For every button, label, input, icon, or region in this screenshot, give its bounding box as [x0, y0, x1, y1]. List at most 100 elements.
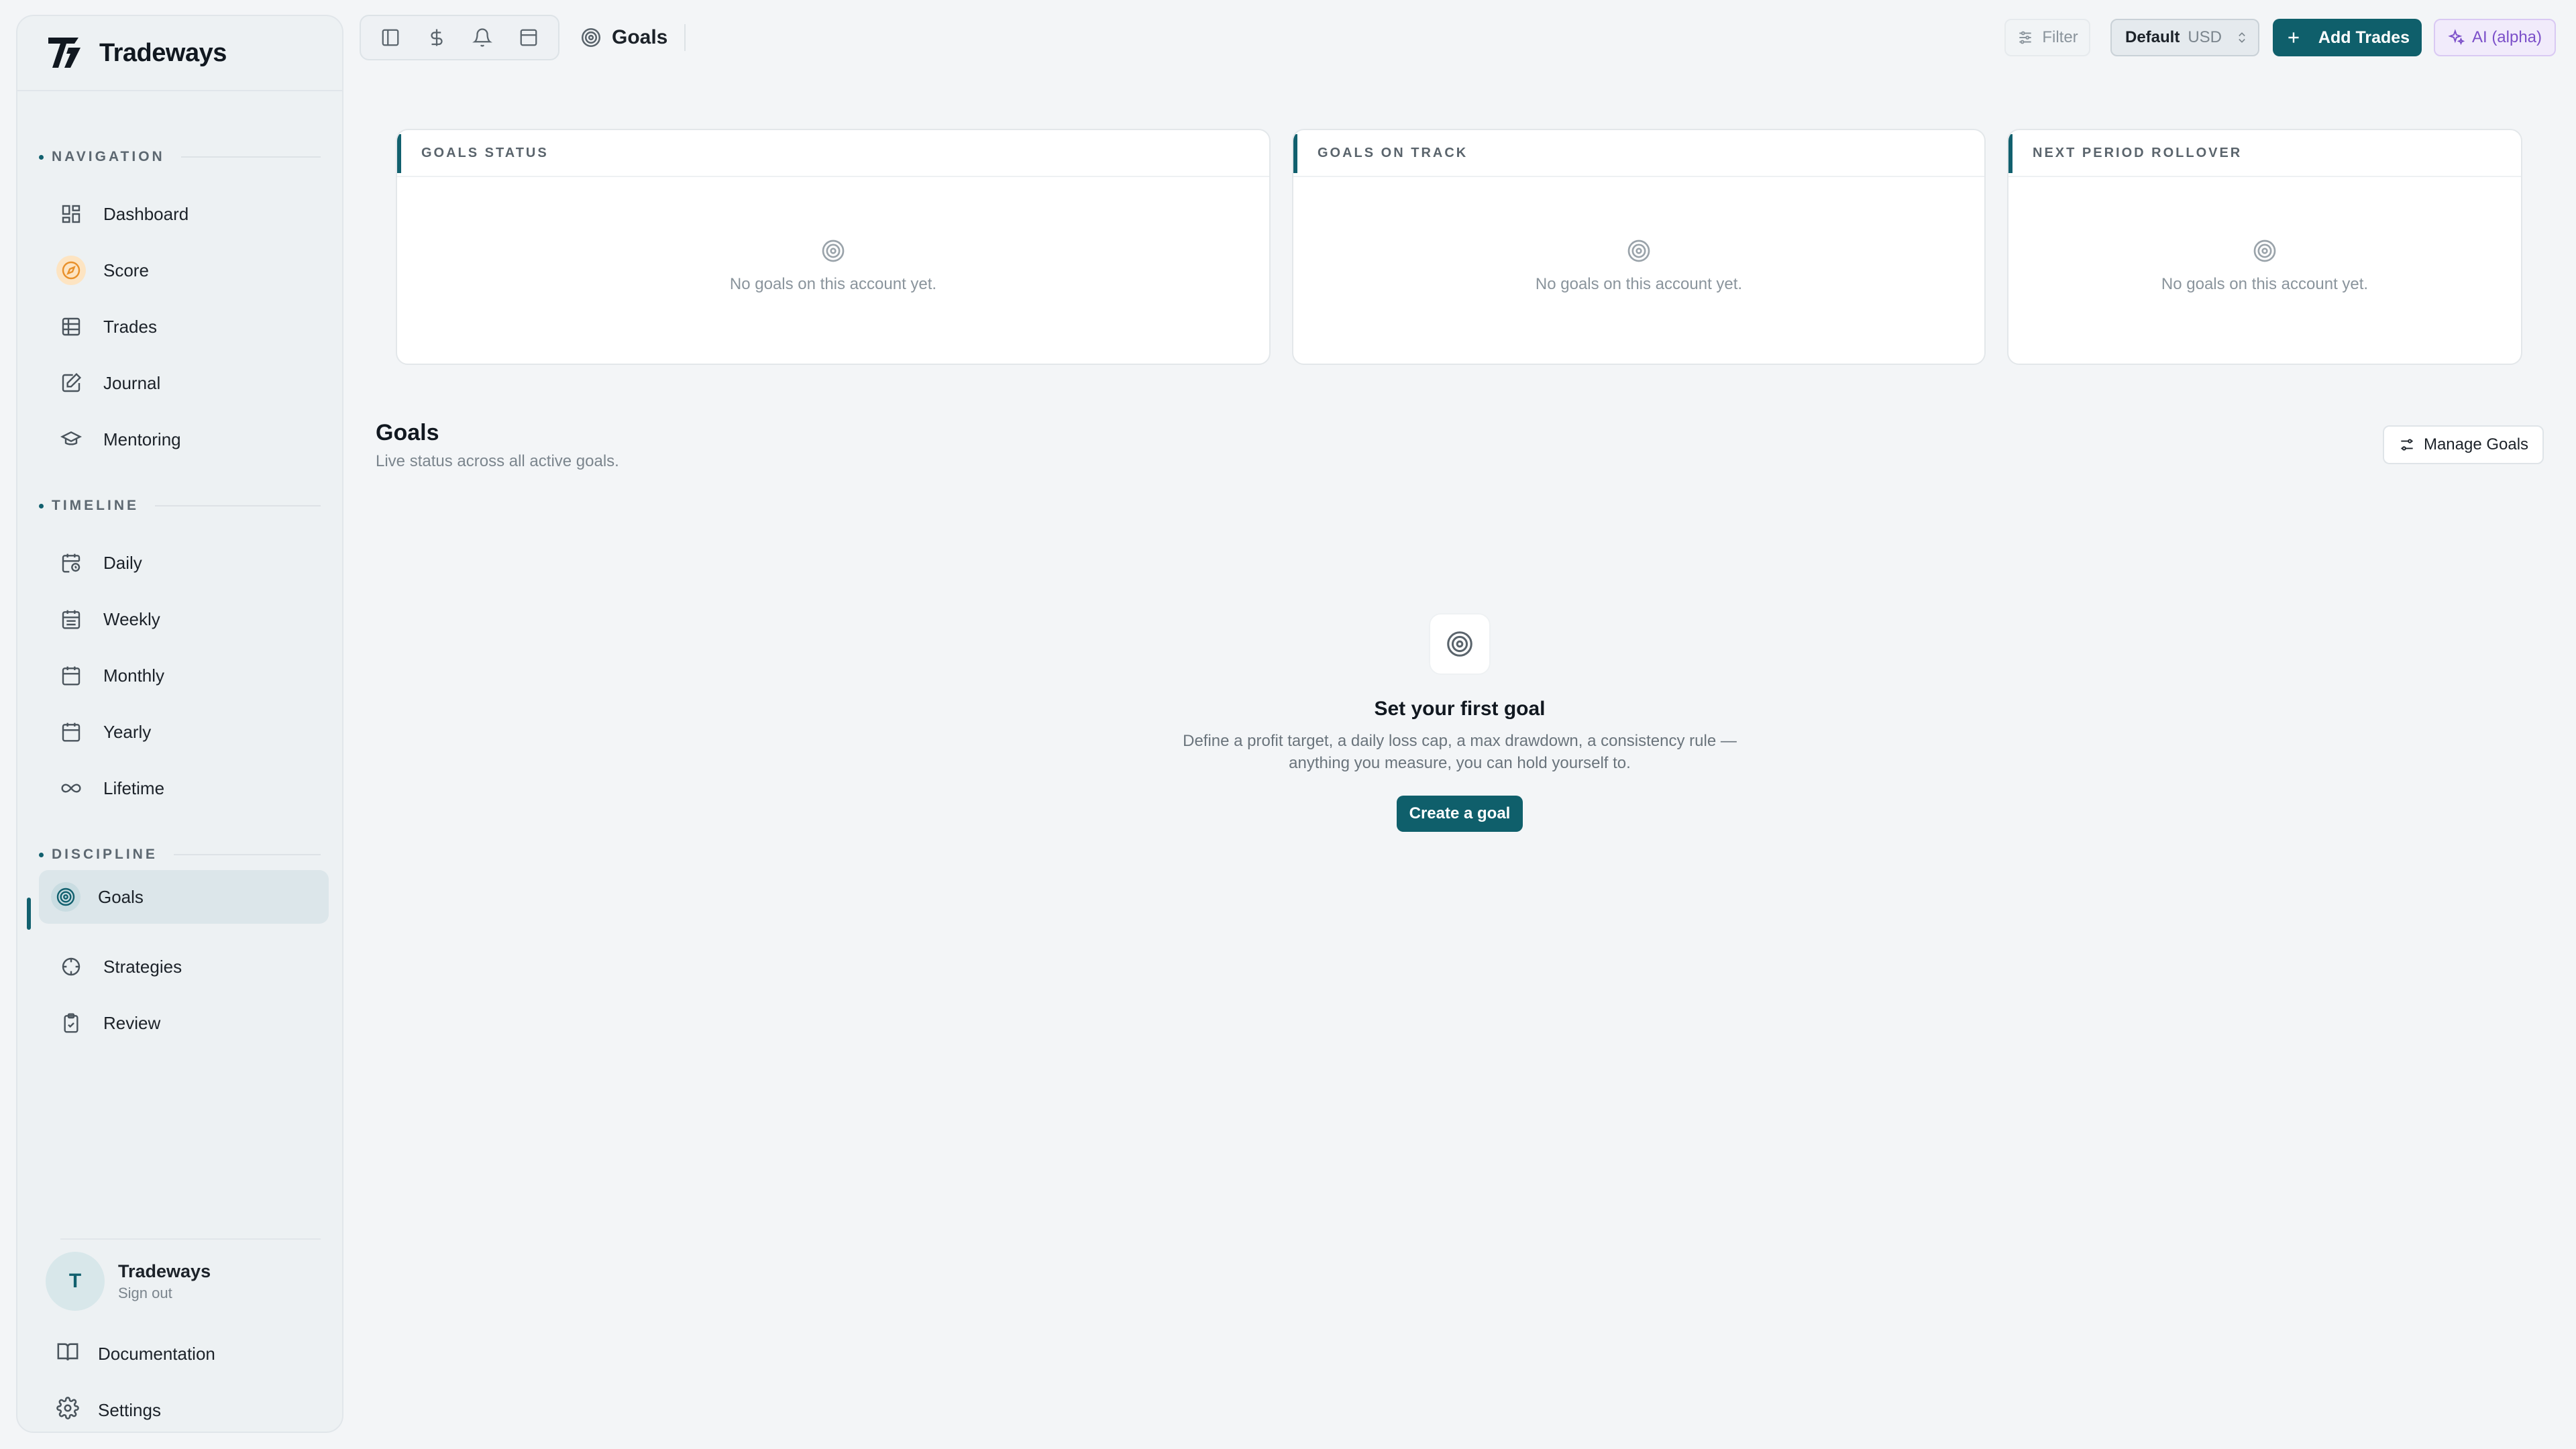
- ai-label: AI (alpha): [2471, 28, 2542, 46]
- sidebar-item-label: Score: [103, 260, 149, 280]
- clipboard-check-icon: [56, 1008, 86, 1038]
- sidebar-item-label: Weekly: [103, 608, 160, 629]
- currency-button[interactable]: [418, 19, 455, 56]
- section-timeline: TIMELINE: [39, 498, 321, 514]
- notifications-button[interactable]: [464, 19, 501, 56]
- goals-status-card: GOALS STATUS No goals on this account ye…: [396, 129, 1271, 365]
- sidebar-item-mentoring[interactable]: Mentoring: [44, 413, 350, 466]
- sliders-icon: [2401, 439, 2413, 451]
- target-icon: [2253, 239, 2276, 262]
- sidebar-toggle-icon: [382, 29, 399, 46]
- graduation-cap-icon: [56, 425, 86, 454]
- layout-icon: [520, 29, 537, 46]
- sidebar-item-label: Lifetime: [103, 777, 165, 798]
- manage-goals-label: Manage Goals: [2423, 435, 2529, 453]
- sparkles-icon: [2448, 29, 2465, 46]
- sidebar-item-label: Daily: [103, 552, 142, 573]
- sidebar-item-score[interactable]: Score: [44, 244, 350, 297]
- sidebar-item-label: Monthly: [103, 665, 165, 686]
- add-trades-label: Add Trades: [2318, 28, 2410, 47]
- ai-button[interactable]: AI (alpha): [2434, 19, 2556, 56]
- dollar-icon: [431, 29, 443, 46]
- sidebar-item-label: Dashboard: [103, 203, 189, 224]
- sidebar-item-dashboard[interactable]: Dashboard: [44, 187, 350, 241]
- card-title: GOALS STATUS: [421, 145, 549, 160]
- toggle-sidebar-button[interactable]: [372, 19, 409, 56]
- tradeways-logo-icon: [44, 32, 85, 75]
- documentation-label: Documentation: [98, 1343, 215, 1364]
- account-select[interactable]: Default USD: [2110, 19, 2259, 56]
- avatar: T: [46, 1252, 105, 1311]
- account-currency: USD: [2188, 28, 2222, 46]
- breadcrumb: Goals: [580, 20, 667, 55]
- sidebar-item-label: Strategies: [103, 956, 182, 977]
- sidebar-item-trades[interactable]: Trades: [44, 300, 350, 354]
- account-name: Default: [2125, 28, 2180, 46]
- sidebar-item-label: Journal: [103, 372, 161, 393]
- sign-out-link[interactable]: Sign out: [118, 1285, 211, 1302]
- divider: [60, 1238, 321, 1240]
- sidebar: Tradeways NAVIGATION Dashboard Score Tra…: [16, 15, 343, 1433]
- sidebar-item-lifetime[interactable]: Lifetime: [44, 761, 350, 815]
- infinity-icon: [56, 773, 86, 803]
- dashboard-icon: [56, 199, 86, 229]
- section-discipline: DISCIPLINE: [39, 847, 321, 863]
- sidebar-item-label: Goals: [98, 886, 144, 907]
- calendar-clock-icon: [56, 548, 86, 578]
- calendar-icon: [56, 717, 86, 747]
- sidebar-item-review[interactable]: Review: [44, 996, 350, 1050]
- goals-on-track-card: GOALS ON TRACK No goals on this account …: [1292, 129, 1986, 365]
- table-icon: [56, 312, 86, 341]
- crosshair-icon: [56, 952, 86, 981]
- calendar-month-icon: [56, 661, 86, 690]
- divider: [684, 24, 686, 51]
- settings-label: Settings: [98, 1399, 161, 1420]
- filter-button[interactable]: Filter: [2004, 19, 2090, 56]
- settings-link[interactable]: Settings: [44, 1385, 333, 1436]
- add-trades-button[interactable]: Add Trades: [2273, 19, 2422, 56]
- page-title: Goals: [612, 26, 668, 48]
- sidebar-item-monthly[interactable]: Monthly: [44, 649, 350, 702]
- sidebar-item-journal[interactable]: Journal: [44, 356, 350, 410]
- card-title: NEXT PERIOD ROLLOVER: [2033, 145, 2243, 160]
- empty-state-text: No goals on this account yet.: [1535, 275, 1743, 293]
- sidebar-item-label: Yearly: [103, 721, 152, 742]
- sidebar-item-label: Mentoring: [103, 429, 181, 449]
- layout-button[interactable]: [510, 19, 547, 56]
- active-indicator: [27, 898, 31, 930]
- target-icon: [1447, 631, 1472, 657]
- section-navigation: NAVIGATION: [39, 149, 321, 165]
- book-icon: [56, 1340, 79, 1368]
- sidebar-item-strategies[interactable]: Strategies: [44, 940, 350, 994]
- filter-label: Filter: [2042, 28, 2078, 46]
- calendar-week-icon: [56, 604, 86, 634]
- section-title: Goals: [376, 420, 439, 445]
- plus-icon: [2288, 32, 2299, 43]
- sidebar-item-yearly[interactable]: Yearly: [44, 705, 350, 759]
- documentation-link[interactable]: Documentation: [44, 1328, 333, 1379]
- brand[interactable]: Tradeways: [17, 16, 342, 91]
- gear-icon: [56, 1396, 79, 1424]
- sidebar-item-label: Review: [103, 1012, 161, 1033]
- empty-state-icon: [1429, 613, 1491, 675]
- user-profile[interactable]: T Tradeways Sign out: [46, 1250, 327, 1312]
- bell-icon: [472, 28, 493, 47]
- card-title: GOALS ON TRACK: [1318, 145, 1468, 160]
- brand-name: Tradeways: [99, 38, 227, 67]
- sliders-icon: [2019, 31, 2031, 44]
- target-icon: [1627, 239, 1650, 262]
- section-subtitle: Live status across all active goals.: [376, 452, 619, 470]
- target-icon: [51, 882, 80, 912]
- empty-state-text: No goals on this account yet.: [2161, 275, 2369, 293]
- chevron-up-down-icon: [2239, 32, 2245, 43]
- sidebar-item-daily[interactable]: Daily: [44, 536, 350, 590]
- sidebar-item-label: Trades: [103, 316, 157, 337]
- manage-goals-button[interactable]: Manage Goals: [2383, 425, 2544, 464]
- user-name: Tradeways: [118, 1260, 211, 1281]
- sidebar-item-weekly[interactable]: Weekly: [44, 592, 350, 646]
- target-icon: [581, 28, 601, 48]
- next-period-rollover-card: NEXT PERIOD ROLLOVER No goals on this ac…: [2007, 129, 2522, 365]
- create-goal-button[interactable]: Create a goal: [1397, 796, 1523, 832]
- sidebar-item-goals[interactable]: Goals: [39, 870, 329, 924]
- journal-icon: [56, 368, 86, 398]
